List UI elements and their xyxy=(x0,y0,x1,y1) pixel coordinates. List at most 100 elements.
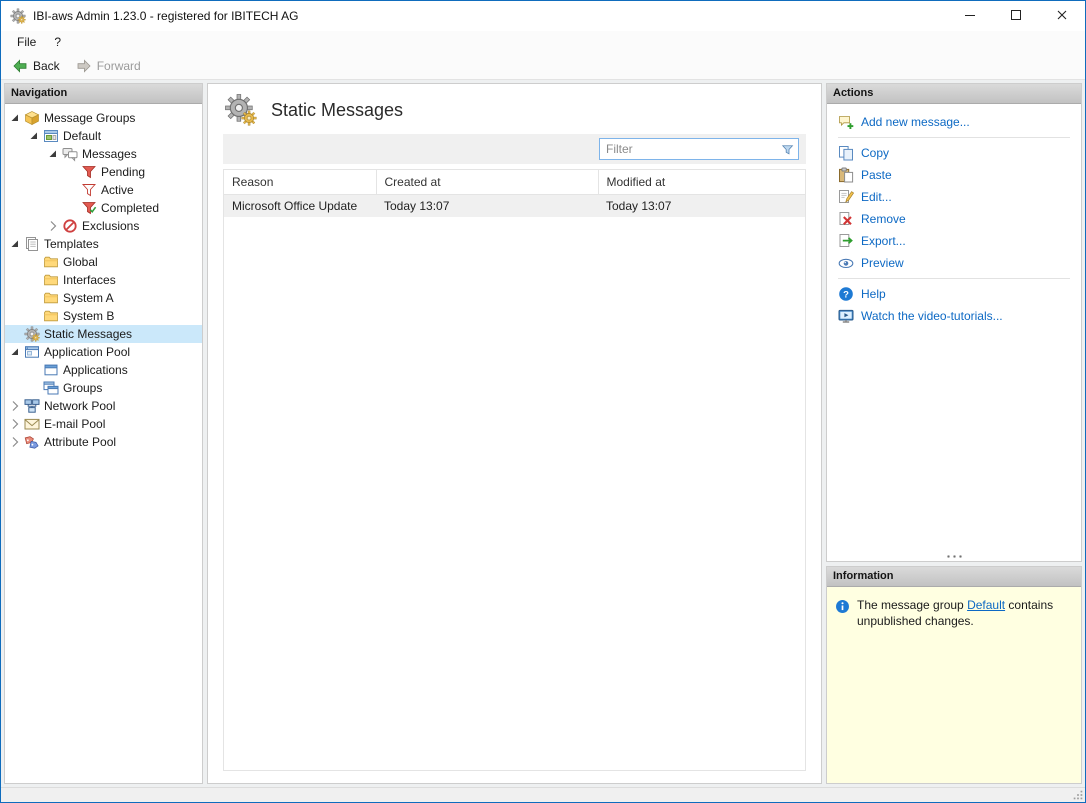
maximize-icon xyxy=(1008,7,1024,26)
information-message: The message group Default contains unpub… xyxy=(857,598,1069,629)
tree-item-label: Application Pool xyxy=(44,345,134,359)
forward-button[interactable]: Forward xyxy=(69,56,148,76)
export-icon xyxy=(838,233,854,249)
minimize-icon xyxy=(962,7,978,26)
tree-item-system-a[interactable]: System A xyxy=(5,289,202,307)
tree-item-system-b[interactable]: System B xyxy=(5,307,202,325)
tree-item-exclusions[interactable]: Exclusions xyxy=(5,217,202,235)
main-body: ReasonCreated atModified at Microsoft Of… xyxy=(208,134,821,783)
resize-grip-icon[interactable] xyxy=(1072,789,1084,801)
back-button[interactable]: Back xyxy=(5,56,67,76)
action-paste[interactable]: Paste xyxy=(827,164,1081,186)
tree-item-interfaces[interactable]: Interfaces xyxy=(5,271,202,289)
tree-item-label: Exclusions xyxy=(82,219,143,233)
main-header: Static Messages xyxy=(208,84,821,134)
groups-icon xyxy=(43,380,59,396)
filter-band xyxy=(223,134,806,164)
remove-icon xyxy=(838,211,854,227)
collapse-chevron-icon[interactable] xyxy=(7,236,23,252)
tree-item-pending[interactable]: Pending xyxy=(5,163,202,181)
messages-table-body: Microsoft Office UpdateToday 13:07Today … xyxy=(224,195,805,218)
tree-item-label: Default xyxy=(63,129,105,143)
action-watch-the-video-tutorials[interactable]: Watch the video-tutorials... xyxy=(827,305,1081,327)
network-pool-icon xyxy=(24,398,40,414)
add-message-icon xyxy=(838,114,854,130)
menubar: File ? xyxy=(1,31,1085,53)
tree-item-global[interactable]: Global xyxy=(5,253,202,271)
tree-item-applications[interactable]: Applications xyxy=(5,361,202,379)
close-icon xyxy=(1054,7,1070,26)
action-export[interactable]: Export... xyxy=(827,230,1081,252)
close-button[interactable] xyxy=(1039,1,1085,31)
expander-spacer xyxy=(64,182,80,198)
action-preview[interactable]: Preview xyxy=(827,252,1081,274)
expander-spacer xyxy=(26,308,42,324)
action-label: Watch the video-tutorials... xyxy=(861,309,1003,323)
tree-item-templates[interactable]: Templates xyxy=(5,235,202,253)
filter-input[interactable] xyxy=(600,142,776,156)
tree-item-default[interactable]: Default xyxy=(5,127,202,145)
funnel-icon[interactable] xyxy=(776,139,798,159)
tree-item-label: Messages xyxy=(82,147,141,161)
minimize-button[interactable] xyxy=(947,1,993,31)
action-remove[interactable]: Remove xyxy=(827,208,1081,230)
expand-chevron-icon[interactable] xyxy=(7,434,23,450)
column-header-created-at[interactable]: Created at xyxy=(376,170,598,195)
video-tutorials-icon xyxy=(838,308,854,324)
tree-item-network-pool[interactable]: Network Pool xyxy=(5,397,202,415)
expander-spacer xyxy=(26,290,42,306)
expand-chevron-icon[interactable] xyxy=(7,398,23,414)
tree-item-label: Applications xyxy=(63,363,132,377)
collapse-chevron-icon[interactable] xyxy=(7,344,23,360)
menu-help[interactable]: ? xyxy=(45,32,70,52)
action-add-new-message[interactable]: Add new message... xyxy=(827,111,1081,133)
tree-item-message-groups[interactable]: Message Groups xyxy=(5,109,202,127)
action-copy[interactable]: Copy xyxy=(827,142,1081,164)
tree-item-e-mail-pool[interactable]: E-mail Pool xyxy=(5,415,202,433)
tree-item-label: Groups xyxy=(63,381,106,395)
tree-item-groups[interactable]: Groups xyxy=(5,379,202,397)
action-label: Copy xyxy=(861,146,889,160)
help-icon: ? xyxy=(838,286,854,302)
action-label: Help xyxy=(861,287,886,301)
tree-item-active[interactable]: Active xyxy=(5,181,202,199)
tree-item-completed[interactable]: Completed xyxy=(5,199,202,217)
content-area: Navigation Message GroupsDefaultMessages… xyxy=(1,80,1085,787)
message-groups-icon xyxy=(24,110,40,126)
filter-box xyxy=(599,138,799,160)
app-window: IBI-aws Admin 1.23.0 - registered for IB… xyxy=(0,0,1086,803)
expander-spacer xyxy=(26,380,42,396)
tree-item-label: System A xyxy=(63,291,118,305)
tree-item-label: Active xyxy=(101,183,138,197)
information-message-prefix: The message group xyxy=(857,598,967,612)
action-label: Paste xyxy=(861,168,892,182)
folder-icon xyxy=(43,272,59,288)
toolbar: Back Forward xyxy=(1,53,1085,80)
collapse-chevron-icon[interactable] xyxy=(45,146,61,162)
filter-completed-icon xyxy=(81,200,97,216)
expand-chevron-icon[interactable] xyxy=(7,416,23,432)
tree-item-application-pool[interactable]: Application Pool xyxy=(5,343,202,361)
splitter-handle[interactable] xyxy=(946,555,963,558)
action-edit[interactable]: Edit... xyxy=(827,186,1081,208)
actions-separator xyxy=(838,137,1070,138)
expander-spacer xyxy=(64,200,80,216)
messages-table-block: ReasonCreated atModified at Microsoft Of… xyxy=(223,169,806,771)
column-header-reason[interactable]: Reason xyxy=(224,170,376,195)
tree-item-static-messages[interactable]: Static Messages xyxy=(5,325,202,343)
tree-item-attribute-pool[interactable]: Attribute Pool xyxy=(5,433,202,451)
back-arrow-icon xyxy=(12,58,28,74)
column-header-modified-at[interactable]: Modified at xyxy=(598,170,805,195)
default-group-link[interactable]: Default xyxy=(967,598,1005,612)
expander-spacer xyxy=(7,326,23,342)
app-icon xyxy=(10,8,26,24)
maximize-button[interactable] xyxy=(993,1,1039,31)
tree-item-label: Templates xyxy=(44,237,103,251)
table-row[interactable]: Microsoft Office UpdateToday 13:07Today … xyxy=(224,195,805,218)
menu-file[interactable]: File xyxy=(8,32,45,52)
tree-item-messages[interactable]: Messages xyxy=(5,145,202,163)
collapse-chevron-icon[interactable] xyxy=(26,128,42,144)
collapse-chevron-icon[interactable] xyxy=(7,110,23,126)
action-help[interactable]: ? Help xyxy=(827,283,1081,305)
expand-chevron-icon[interactable] xyxy=(45,218,61,234)
